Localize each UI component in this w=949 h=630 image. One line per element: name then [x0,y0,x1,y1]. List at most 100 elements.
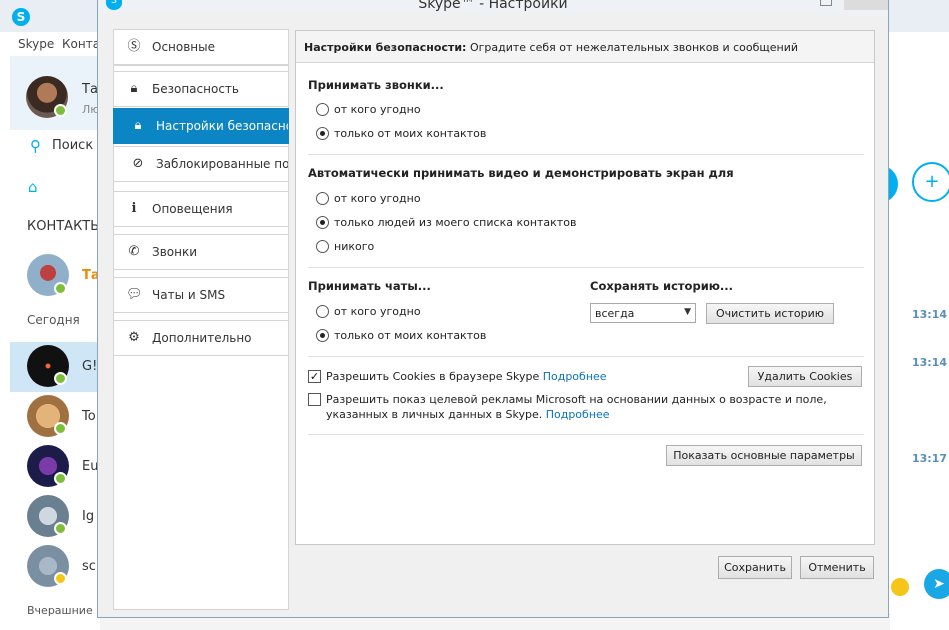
send-icon[interactable]: ➤ [924,569,949,599]
nav-advanced[interactable]: ⚙ Дополнительно [113,320,289,356]
divider [308,267,864,268]
ads-more-link[interactable]: Подробнее [546,408,610,421]
history-select-value: всегда [595,307,635,320]
message-time: 13:14 [912,308,948,321]
dialog-titlebar: S Skype™ - Настройки [98,0,888,14]
recent-contact-name[interactable]: Ig [82,509,94,524]
chevron-down-icon: ▼ [684,307,691,317]
menu-skype[interactable]: Skype [18,37,54,51]
radio-button[interactable] [316,305,329,318]
radio-label: только от моих контактов [334,329,487,342]
nav-label: Настройки безопасно... [156,119,288,133]
cookies-text: Разрешить Cookies в браузере Skype [326,370,540,383]
nav-general[interactable]: Ⓢ Основные [113,29,289,65]
online-status-icon [54,422,67,435]
search-icon: ⚲ [30,137,41,155]
recent-contact-name[interactable]: G! [82,359,97,374]
settings-dialog: S Skype™ - Настройки Ⓢ Основные 🔒︎ Безоп… [97,0,889,618]
home-icon[interactable]: ⌂ [28,178,38,196]
contacts-header[interactable]: КОНТАКТЫ [27,219,102,234]
nav-calls[interactable]: ✆ Звонки [113,234,289,270]
skype-logo-icon: S [12,8,30,26]
lock-icon: 🔒︎ [130,81,138,96]
radio-button[interactable] [316,240,329,253]
radio-label: только от моих контактов [334,127,487,140]
nav-label: Безопасность [152,82,239,96]
dialog-title: Skype™ - Настройки [418,0,568,12]
cookies-more-link[interactable]: Подробнее [543,370,607,383]
lock-icon: 🔒︎ [134,118,142,133]
calls-section-title: Принимать звонки... [308,78,444,92]
conversation-panel [885,32,949,630]
radio-button[interactable] [316,329,329,342]
header-description: Оградите себя от нежелательных звонков и… [466,41,799,54]
info-icon: i [131,201,137,216]
video-section-title: Автоматически принимать видео и демонстр… [308,166,734,180]
add-contact-icon[interactable]: + [912,162,949,202]
save-button[interactable]: Сохранить [718,556,792,579]
history-select[interactable]: всегда ▼ [590,303,696,323]
radio-button[interactable] [316,103,329,116]
cancel-button[interactable]: Отменить [800,556,874,579]
menu-contacts[interactable]: Конта [62,37,100,51]
delete-cookies-button[interactable]: Удалить Cookies [748,366,862,387]
divider [308,434,864,435]
nav-label: Дополнительно [152,331,252,345]
cookies-label: Разрешить Cookies в браузере Skype Подро… [326,369,607,384]
nav-notifications[interactable]: i Оповещения [113,191,289,227]
radio-button[interactable] [316,216,329,229]
blocked-icon: ⊘ [132,156,144,171]
emoticon-icon[interactable] [891,578,909,596]
yesterday-label: Вчерашние [27,604,93,617]
online-status-icon [54,104,67,117]
nav-label: Звонки [152,245,197,259]
clear-history-button[interactable]: Очистить историю [706,303,834,324]
radio-label: никого [334,240,375,253]
online-status-icon [54,472,67,485]
phone-icon: ✆ [128,244,140,259]
history-section-title: Сохранять историю... [590,279,734,293]
message-time: 13:17 [912,452,948,465]
main-menubar: Skype Конта [0,34,100,54]
skype-logo-icon: S [106,0,122,10]
nav-chats-sms[interactable]: 💬︎ Чаты и SMS [113,277,289,313]
recent-contact-name[interactable]: To [82,409,96,424]
radio-label: от кого угодно [334,192,421,205]
chats-section-title: Принимать чаты... [308,279,431,293]
today-label: Сегодня [27,313,80,327]
online-status-icon [54,282,67,295]
away-status-icon [54,572,67,585]
radio-label: от кого угодно [334,103,421,116]
ads-label: Разрешить показ целевой рекламы Microsof… [326,392,862,422]
nav-label: Оповещения [152,202,233,216]
recent-contact-name[interactable]: Eu [82,459,98,474]
close-button[interactable] [844,0,888,10]
nav-label: Чаты и SMS [152,288,226,302]
radio-label: от кого угодно [334,305,421,318]
nav-label: Заблокированные по... [156,157,288,171]
show-basic-settings-button[interactable]: Показать основные параметры [666,445,862,466]
nav-security-settings[interactable]: 🔒︎ Настройки безопасно... [113,108,289,144]
search-label[interactable]: Поиск [52,138,93,153]
radio-button[interactable] [316,127,329,140]
header-title: Настройки безопасности: [304,41,467,54]
cookies-checkbox[interactable]: ✓ [308,370,321,383]
skype-icon: Ⓢ [127,39,141,54]
radio-label: только людей из моего списка контактов [334,216,577,229]
profile-name: Та [82,82,98,97]
ads-checkbox[interactable] [308,393,321,406]
divider [308,154,864,155]
divider [308,356,864,357]
minimize-icon[interactable] [820,0,832,6]
gear-icon: ⚙ [128,330,140,345]
online-status-icon [54,372,67,385]
settings-content: Настройки безопасности: Оградите себя от… [295,30,875,545]
ads-checkbox-row[interactable]: Разрешить показ целевой рекламы Microsof… [308,392,864,424]
chat-icon: 💬︎ [126,287,143,302]
radio-button[interactable] [316,192,329,205]
nav-security[interactable]: 🔒︎ Безопасность [113,71,289,107]
recent-contact-name[interactable]: sc [82,559,96,574]
message-time: 13:14 [912,356,948,369]
nav-blocked-users[interactable]: ⊘ Заблокированные по... [113,146,289,182]
online-status-icon [54,522,67,535]
